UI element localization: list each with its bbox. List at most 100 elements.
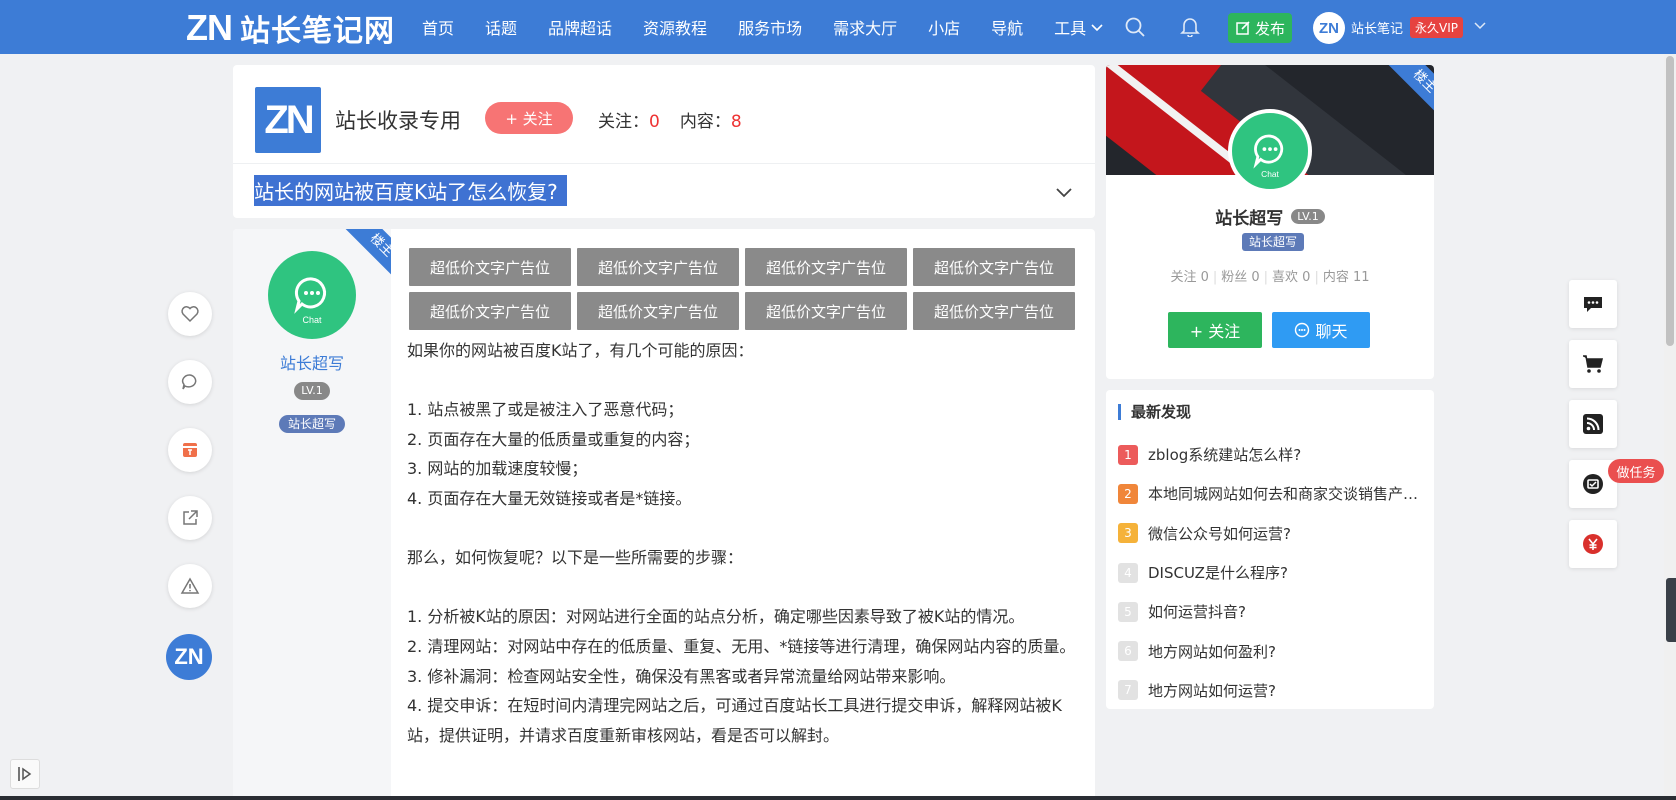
latest-list: 1 zblog系统建站怎么样? 2 本地同城网站如何去和商家交谈销售产品？ 3 微信公… xyxy=(1118,435,1424,710)
chat-bubble-icon: Chat xyxy=(1253,134,1284,179)
user-name[interactable]: 站长笔记 xyxy=(1351,18,1403,37)
category-logo[interactable]: ZN xyxy=(255,87,321,153)
ad-slot[interactable]: 超低价文字广告位 xyxy=(577,248,739,286)
cart-button[interactable] xyxy=(1569,340,1617,388)
stat-fans[interactable]: 粉丝 0 xyxy=(1221,270,1259,285)
ad-slot[interactable]: 超低价文字广告位 xyxy=(745,292,907,330)
author-avatar[interactable]: Chat xyxy=(1228,109,1312,193)
site-avatar[interactable]: ZN xyxy=(166,634,212,680)
like-button[interactable] xyxy=(168,292,212,336)
owner-ribbon: 楼主 xyxy=(333,229,391,287)
sidebar-expand-icon xyxy=(18,767,32,781)
ad-grid: 超低价文字广告位 超低价文字广告位 超低价文字广告位 超低价文字广告位 超低价文… xyxy=(409,248,1075,330)
scrollbar-thumb[interactable] xyxy=(1666,56,1674,346)
chat-button[interactable]: 聊天 xyxy=(1272,312,1370,348)
nav-resources[interactable]: 资源教程 xyxy=(643,15,707,39)
followers-count: 0 xyxy=(649,112,660,132)
nav-topics[interactable]: 话题 xyxy=(485,15,517,39)
site-logo[interactable]: ZN 站长笔记网 xyxy=(186,7,395,49)
nav-shop[interactable]: 小店 xyxy=(928,15,960,39)
post-paragraph: 2. 页面存在大量的低质量或重复的内容； xyxy=(407,429,700,449)
ad-slot[interactable]: 超低价文字广告位 xyxy=(913,292,1075,330)
chevron-down-icon[interactable] xyxy=(1473,18,1487,32)
reward-button[interactable] xyxy=(168,428,212,472)
follow-author-button[interactable]: + 关注 xyxy=(1168,312,1262,348)
share-button[interactable] xyxy=(168,496,212,540)
author-name[interactable]: 站长超写 xyxy=(1215,204,1283,229)
post-paragraph: 2. 清理网站：对网站中存在的低质量、重复、无用、*链接等进行清理，确保网站内容… xyxy=(407,636,1076,656)
ad-slot[interactable]: 超低价文字广告位 xyxy=(409,248,571,286)
pay-button[interactable] xyxy=(1569,520,1617,568)
nav-tools[interactable]: 工具 xyxy=(1054,15,1104,39)
nav-directory[interactable]: 导航 xyxy=(991,15,1023,39)
section-title: 最新发现 xyxy=(1118,404,1191,420)
list-item[interactable]: 2 本地同城网站如何去和商家交谈销售产品？ xyxy=(1118,474,1424,513)
rank-badge: 7 xyxy=(1118,680,1138,701)
stat-likes[interactable]: 喜欢 0 xyxy=(1272,270,1310,285)
sidebar-toggle-button[interactable] xyxy=(10,759,40,789)
ad-slot[interactable]: 超低价文字广告位 xyxy=(577,292,739,330)
comment-button[interactable] xyxy=(168,360,212,404)
question-title: 站长的网站被百度K站了怎么恢复? xyxy=(254,175,567,206)
list-item[interactable]: 1 zblog系统建站怎么样? xyxy=(1118,435,1424,474)
task-icon xyxy=(1583,474,1603,494)
post-paragraph xyxy=(407,366,1087,396)
owner-ribbon-label: 楼主 xyxy=(1379,65,1434,123)
author-name[interactable]: 站长超写 xyxy=(233,350,391,374)
ad-slot[interactable]: 超低价文字广告位 xyxy=(409,292,571,330)
stat-following[interactable]: 关注 0 xyxy=(1170,270,1208,285)
top-navbar: ZN 站长笔记网 首页 话题 品牌超话 资源教程 服务市场 需求大厅 小店 导航… xyxy=(0,0,1676,54)
rank-badge: 2 xyxy=(1118,483,1138,504)
rss-button[interactable] xyxy=(1569,400,1617,448)
edit-icon xyxy=(1236,21,1250,35)
report-button[interactable] xyxy=(168,564,212,608)
edge-widget[interactable] xyxy=(1666,578,1676,642)
chat-icon xyxy=(1295,322,1310,338)
nav-home[interactable]: 首页 xyxy=(422,15,454,39)
divider xyxy=(233,163,1095,164)
category-title[interactable]: 站长收录专用 xyxy=(335,105,461,135)
heart-icon xyxy=(181,306,199,323)
latest-discoveries-card: 最新发现 1 zblog系统建站怎么样? 2 本地同城网站如何去和商家交谈销售产品？… xyxy=(1106,390,1434,709)
bell-icon[interactable] xyxy=(1179,15,1201,37)
stat-content[interactable]: 内容 11 xyxy=(1323,270,1370,285)
task-label[interactable]: 做任务 xyxy=(1608,459,1664,483)
nav-service-market[interactable]: 服务市场 xyxy=(738,15,802,39)
list-item[interactable]: 7 地方网站如何运营? xyxy=(1118,671,1424,710)
publish-button[interactable]: 发布 xyxy=(1228,13,1292,43)
chevron-down-icon[interactable] xyxy=(1053,181,1075,203)
ad-slot[interactable]: 超低价文字广告位 xyxy=(913,248,1075,286)
list-item[interactable]: 3 微信公众号如何运营? xyxy=(1118,514,1424,553)
list-item-title[interactable]: DISCUZ是什么程序? xyxy=(1148,562,1288,583)
warning-icon xyxy=(180,577,200,594)
follow-category-button[interactable]: + 关注 xyxy=(485,102,573,134)
list-item-title[interactable]: 微信公众号如何运营? xyxy=(1148,523,1291,544)
post-paragraph: 3. 修补漏洞：检查网站安全性，确保没有黑客或者异常流量给网站带来影响。 xyxy=(407,666,956,686)
chevron-down-icon xyxy=(1091,24,1103,32)
nav-brand-topics[interactable]: 品牌超话 xyxy=(548,15,612,39)
list-item-title[interactable]: 如何运营抖音? xyxy=(1148,601,1246,622)
publish-label: 发布 xyxy=(1254,19,1285,38)
rank-badge: 5 xyxy=(1118,601,1138,622)
list-item[interactable]: 4 DISCUZ是什么程序? xyxy=(1118,553,1424,592)
nav-demand-hall[interactable]: 需求大厅 xyxy=(833,15,897,39)
author-stats: 关注 0 | 粉丝 0 | 喜欢 0 | 内容 11 xyxy=(1170,270,1370,285)
user-avatar[interactable]: ZN xyxy=(1313,12,1345,44)
ad-slot[interactable]: 超低价文字广告位 xyxy=(745,248,907,286)
rank-badge: 1 xyxy=(1118,444,1138,465)
messages-button[interactable] xyxy=(1569,280,1617,328)
list-item[interactable]: 6 地方网站如何盈利? xyxy=(1118,631,1424,670)
list-item-title[interactable]: 地方网站如何运营? xyxy=(1148,680,1276,701)
search-icon[interactable] xyxy=(1124,16,1146,38)
nav-tools-label: 工具 xyxy=(1054,19,1087,38)
list-item[interactable]: 5 如何运营抖音? xyxy=(1118,592,1424,631)
page-scrollbar[interactable] xyxy=(1664,54,1676,800)
list-item-title[interactable]: 地方网站如何盈利? xyxy=(1148,641,1276,662)
topic-header-card: ZN 站长收录专用 + 关注 关注：0 内容：8 站长的网站被百度K站了怎么恢复? xyxy=(233,65,1095,218)
list-item-title[interactable]: zblog系统建站怎么样? xyxy=(1148,444,1301,465)
list-item-title[interactable]: 本地同城网站如何去和商家交谈销售产品？ xyxy=(1148,483,1424,504)
role-tag: 站长超写 xyxy=(1242,233,1304,251)
post-paragraph xyxy=(407,573,1087,603)
message-icon xyxy=(1584,297,1602,312)
post-body: 如果你的网站被百度K站了，有几个可能的原因： 1. 站点被黑了或是被注入了恶意代… xyxy=(407,336,1087,750)
